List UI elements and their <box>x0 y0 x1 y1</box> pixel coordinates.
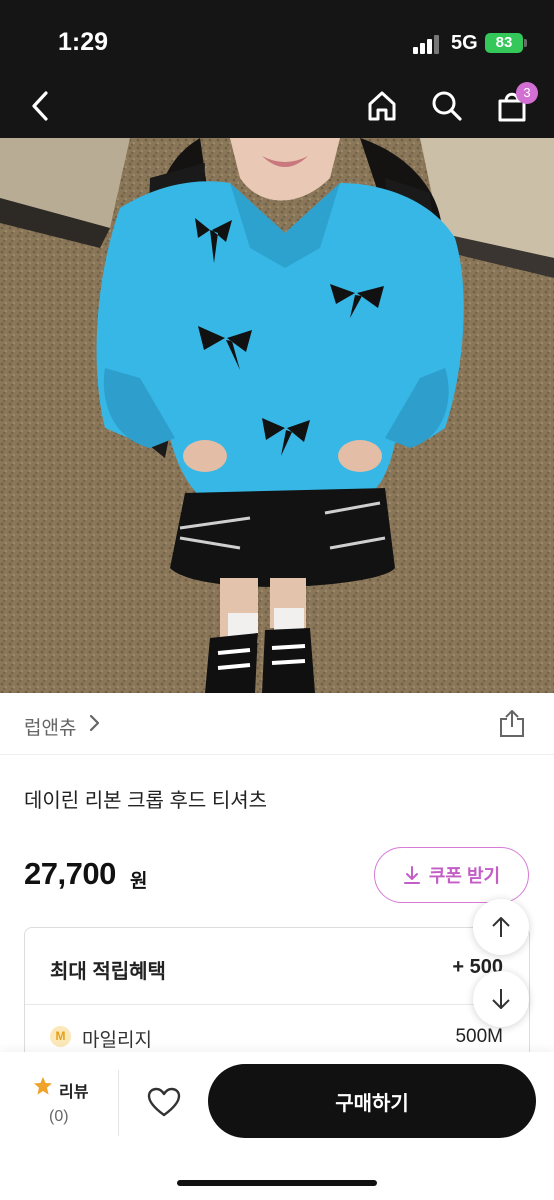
brand-link[interactable]: 럽앤츄 <box>24 713 76 740</box>
back-button[interactable] <box>20 86 60 126</box>
product-detail-screen: 1:29 5G 83 3 럽앤츄 데이린 리본 크롭 후드 티셔츠 27,700… <box>0 0 554 1200</box>
product-title: 데이린 리본 크롭 후드 티셔츠 <box>24 790 268 812</box>
status-time: 1:29 <box>58 28 109 56</box>
price-value: 27,700 <box>24 856 116 891</box>
scroll-top-button[interactable] <box>473 899 529 955</box>
mileage-label: 마일리지 <box>82 1030 152 1051</box>
top-nav-bar: 3 <box>0 72 554 138</box>
product-hero-image[interactable] <box>0 138 554 693</box>
network-type: 5G <box>451 32 478 54</box>
wishlist-button[interactable] <box>144 1082 184 1122</box>
benefit-divider <box>25 1004 529 1005</box>
product-photo <box>0 138 554 693</box>
price-unit: 원 <box>130 871 148 892</box>
coupon-button[interactable]: 쿠폰 받기 <box>374 847 529 903</box>
coupon-label: 쿠폰 받기 <box>428 866 501 886</box>
arrow-down-icon <box>492 989 510 1009</box>
chevron-left-icon <box>32 91 48 121</box>
arrow-up-icon <box>492 917 510 937</box>
bottom-bar-divider <box>118 1070 119 1136</box>
battery-tip <box>524 39 527 47</box>
brand-row: 럽앤츄 <box>0 693 554 755</box>
heart-icon <box>147 1087 181 1117</box>
download-icon <box>403 866 420 884</box>
search-button[interactable] <box>427 86 467 126</box>
star-icon <box>34 1077 52 1095</box>
chevron-right-icon[interactable] <box>88 710 102 736</box>
home-button[interactable] <box>362 86 402 126</box>
status-bar: 1:29 5G 83 <box>0 0 554 72</box>
home-indicator <box>177 1180 377 1186</box>
home-icon <box>368 91 396 121</box>
review-summary[interactable]: 리뷰 (0) <box>24 1072 100 1136</box>
bottom-action-bar: 리뷰 (0) 구매하기 <box>0 1052 554 1200</box>
benefit-title: 최대 적립혜택 <box>50 961 166 983</box>
battery-level: 83 <box>495 34 513 51</box>
mileage-value: 500M <box>455 1026 503 1047</box>
review-label: 리뷰 <box>59 1084 89 1101</box>
buy-button[interactable]: 구매하기 <box>208 1064 536 1138</box>
share-icon <box>500 710 524 737</box>
scroll-bottom-button[interactable] <box>473 971 529 1027</box>
cart-button[interactable]: 3 <box>492 82 538 126</box>
share-button[interactable] <box>496 707 528 739</box>
cart-count-badge: 3 <box>516 82 538 104</box>
review-count: (0) <box>49 1108 69 1125</box>
battery-icon: 83 <box>485 33 523 53</box>
search-icon <box>432 91 462 121</box>
cellular-signal-icon <box>413 34 443 54</box>
mileage-icon: M <box>50 1026 71 1047</box>
